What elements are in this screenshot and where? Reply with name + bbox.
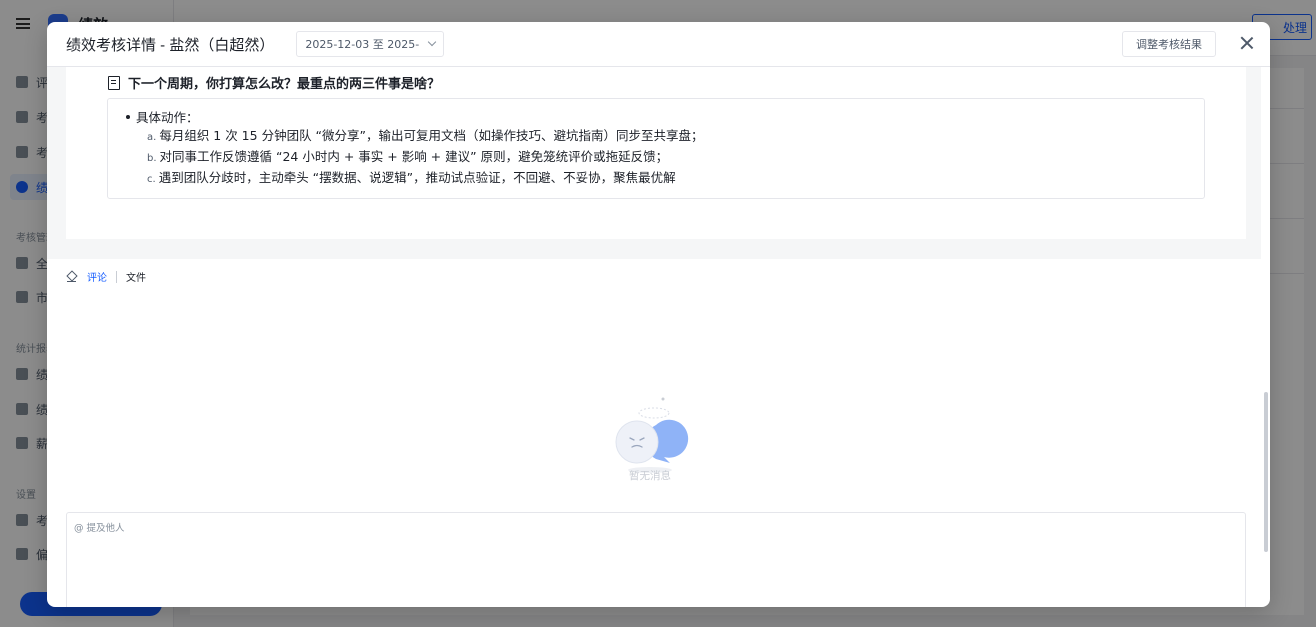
modal-header: 绩效考核详情 - 盐然（白超然） 2025-12-03 至 2025- 调整考核… [47,22,1270,67]
adjust-result-button[interactable]: 调整考核结果 [1122,31,1216,57]
tab-comments[interactable]: 评论 [87,269,107,284]
answer-item: c. 遇到团队分歧时，主动牵头 “摆数据、说逻辑”，推动试点验证，不回避、不妥协，… [147,170,676,185]
performance-detail-modal: 绩效考核详情 - 盐然（白超然） 2025-12-03 至 2025- 调整考核… [47,22,1270,607]
tab-files[interactable]: 文件 [126,269,146,284]
question-text: 下一个周期，你打算怎么改？最重点的两三件事是啥？ [128,77,441,92]
comment-box [66,512,1246,607]
empty-messages-illustration-icon [615,397,689,473]
comment-tabs: 评论 文件 [66,269,146,284]
question-title: 下一个周期，你打算怎么改？最重点的两三件事是啥？ [108,73,440,92]
tab-divider [116,270,117,283]
chevron-down-icon [427,37,437,47]
answer-item: b. 对同事工作反馈遵循 “24 小时内 + 事实 + 影响 + 建议” 原则，避… [147,149,669,164]
report-card: 下一个周期，你打算怎么改？最重点的两三件事是啥？ 具体动作： a. 每月组织 1 … [66,67,1246,239]
date-range-value: 2025-12-03 至 2025- [305,38,420,51]
modal-title: 绩效考核详情 - 盐然（白超然） [66,36,275,54]
bullet-icon [126,114,130,119]
modal-body: 下一个周期，你打算怎么改？最重点的两三件事是啥？ 具体动作： a. 每月组织 1 … [47,67,1270,607]
date-range-select[interactable]: 2025-12-03 至 2025- [296,31,445,57]
document-icon [108,75,120,90]
close-icon[interactable] [1240,36,1254,50]
comment-input[interactable] [67,513,1245,607]
layers-icon [66,271,77,282]
report-area: 下一个周期，你打算怎么改？最重点的两三件事是啥？ 具体动作： a. 每月组织 1 … [47,67,1261,259]
answer-item: a. 每月组织 1 次 15 分钟团队 “微分享”，输出可复用文档（如操作技巧、避… [147,128,704,143]
empty-state-text: 暂无消息 [629,470,671,482]
modal-scrollbar[interactable] [1264,392,1268,552]
answer-heading: 具体动作： [126,108,1204,125]
answer-box: 具体动作： a. 每月组织 1 次 15 分钟团队 “微分享”，输出可复用文档（如… [107,98,1205,199]
